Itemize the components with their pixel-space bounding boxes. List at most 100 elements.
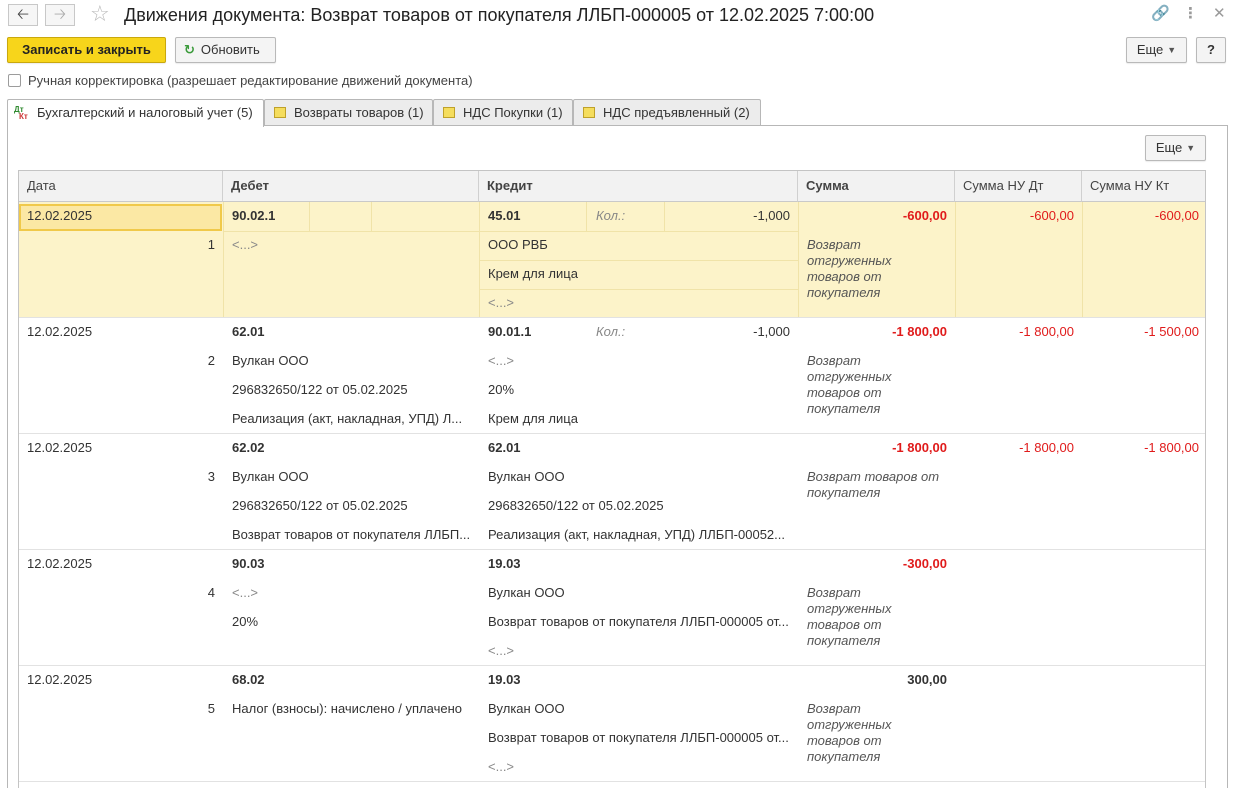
credit-subconto[interactable]: ООО РВБ (488, 237, 790, 253)
sum-value[interactable]: -300,00 (809, 556, 947, 572)
debit-account[interactable]: 62.01 (232, 324, 472, 340)
credit-account[interactable]: 19.03 (488, 556, 790, 572)
row-divider (19, 317, 1205, 318)
credit-subconto[interactable]: 20% (488, 382, 790, 398)
credit-subconto[interactable]: Вулкан ООО (488, 585, 790, 601)
refresh-label: Обновить (200, 42, 260, 57)
column-header-sum-nu-dt[interactable]: Сумма НУ Дт (955, 171, 1082, 202)
debit-subconto[interactable]: 296832650/122 от 05.02.2025 (232, 498, 472, 514)
credit-subconto[interactable]: 296832650/122 от 05.02.2025 (488, 498, 790, 514)
sum-nu-kt-value[interactable]: -1 800,00 (1085, 440, 1199, 456)
sum-description: Возврат товаров от покупателя (807, 469, 940, 500)
credit-subconto[interactable]: <...> (488, 353, 790, 369)
debit-subconto[interactable]: Вулкан ООО (232, 469, 472, 485)
sum-description: Возврат отгруженных товаров от покупател… (807, 585, 892, 648)
cell-divider (1082, 202, 1083, 318)
register-icon (443, 107, 455, 118)
cell-divider (223, 231, 479, 232)
help-button[interactable]: ? (1196, 37, 1226, 63)
refresh-icon: ↻ (184, 42, 195, 57)
credit-subconto[interactable]: Крем для лица (488, 411, 790, 427)
credit-subconto[interactable]: Возврат товаров от покупателя ЛЛБП-00000… (488, 730, 790, 746)
link-icon[interactable]: 🔗 (1151, 5, 1170, 23)
debit-subconto[interactable]: <...> (232, 237, 472, 253)
sum-value[interactable]: -1 800,00 (809, 324, 947, 340)
debit-subconto[interactable]: Налог (взносы): начислено / уплачено (232, 701, 472, 717)
tab-vat-presented-label: НДС предъявленный (2) (603, 105, 750, 120)
table-more-button[interactable]: Еще ▼ (1145, 135, 1206, 161)
sum-nu-dt-value[interactable]: -600,00 (959, 208, 1074, 224)
debit-account[interactable]: 62.02 (232, 440, 472, 456)
tab-vat-purchases[interactable]: НДС Покупки (1) (433, 99, 573, 125)
debit-subconto[interactable]: <...> (232, 585, 472, 601)
sum-description: Возврат отгруженных товаров от покупател… (807, 237, 892, 300)
debit-subconto[interactable]: Возврат товаров от покупателя ЛЛБП... (232, 527, 472, 543)
row-divider (19, 665, 1205, 666)
more-vertical-icon[interactable]: ⋮ (1183, 5, 1198, 23)
debit-account[interactable]: 90.03 (232, 556, 472, 572)
credit-subconto[interactable]: Вулкан ООО (488, 701, 790, 717)
credit-subconto[interactable]: Вулкан ООО (488, 469, 790, 485)
tab-returns[interactable]: Возвраты товаров (1) (264, 99, 433, 125)
row-date[interactable]: 12.02.2025 (27, 672, 92, 688)
sum-nu-dt-value[interactable]: -1 800,00 (959, 324, 1074, 340)
tab-vat-purchases-label: НДС Покупки (1) (463, 105, 563, 120)
row-date[interactable]: 12.02.2025 (27, 208, 92, 224)
refresh-button[interactable]: ↻ Обновить (175, 37, 276, 63)
row-number: 2 (207, 353, 215, 368)
debit-account[interactable]: 68.02 (232, 672, 472, 688)
sum-nu-kt-value[interactable]: -1 500,00 (1085, 324, 1199, 340)
row-number: 5 (207, 701, 215, 716)
row-date[interactable]: 12.02.2025 (27, 440, 92, 456)
credit-subconto[interactable]: Возврат товаров от покупателя ЛЛБП-00000… (488, 614, 790, 630)
credit-subconto[interactable]: Крем для лица (488, 266, 790, 282)
column-header-date[interactable]: Дата (19, 171, 223, 202)
row-number: 1 (207, 237, 215, 252)
credit-subconto[interactable]: <...> (488, 759, 790, 775)
cell-divider (479, 231, 798, 232)
row-date[interactable]: 12.02.2025 (27, 556, 92, 572)
debit-account[interactable]: 90.02.1 (232, 208, 472, 224)
tab-accounting[interactable]: Дт Кт Бухгалтерский и налоговый учет (5) (7, 99, 264, 127)
credit-subconto[interactable]: <...> (488, 643, 790, 659)
close-icon[interactable]: ✕ (1213, 5, 1226, 23)
tab-returns-label: Возвраты товаров (1) (294, 105, 424, 120)
column-header-credit[interactable]: Кредит (479, 171, 798, 202)
qty-label: Кол.: (596, 208, 626, 223)
sum-nu-kt-value[interactable]: -600,00 (1085, 208, 1199, 224)
sum-description: Возврат отгруженных товаров от покупател… (807, 701, 892, 764)
sum-value[interactable]: -1 800,00 (809, 440, 947, 456)
credit-subconto[interactable]: <...> (488, 295, 790, 311)
arrow-right-icon: 🡢 (53, 6, 67, 23)
credit-account[interactable]: 19.03 (488, 672, 790, 688)
manual-correction-checkbox[interactable] (8, 74, 21, 87)
debit-subconto[interactable]: Реализация (акт, накладная, УПД) Л... (232, 411, 472, 427)
manual-correction-label[interactable]: Ручная корректировка (разрешает редактир… (28, 73, 473, 88)
save-and-close-button[interactable]: Записать и закрыть (7, 37, 166, 63)
sum-value[interactable]: -600,00 (809, 208, 947, 224)
sum-value[interactable]: 300,00 (809, 672, 947, 688)
caret-down-icon: ▼ (1186, 143, 1196, 153)
credit-account[interactable]: 62.01 (488, 440, 790, 456)
column-header-sum[interactable]: Сумма (798, 171, 955, 202)
row-divider (19, 549, 1205, 550)
cell-divider (479, 289, 798, 290)
sum-nu-dt-value[interactable]: -1 800,00 (959, 440, 1074, 456)
cell-divider (798, 202, 799, 318)
column-header-debit[interactable]: Дебет (223, 171, 479, 202)
debit-subconto[interactable]: Вулкан ООО (232, 353, 472, 369)
row-date[interactable]: 12.02.2025 (27, 324, 92, 340)
favorite-star-icon[interactable]: ☆ (90, 3, 110, 25)
back-button[interactable]: 🡠 (8, 4, 38, 26)
debit-subconto[interactable]: 296832650/122 от 05.02.2025 (232, 382, 472, 398)
postings-table: Дата Дебет Кредит Сумма Сумма НУ Дт Сумм… (18, 170, 1206, 788)
column-header-sum-nu-kt[interactable]: Сумма НУ Кт (1082, 171, 1205, 202)
tab-vat-presented[interactable]: НДС предъявленный (2) (573, 99, 761, 125)
debit-subconto[interactable]: 20% (232, 614, 472, 630)
forward-button[interactable]: 🡢 (45, 4, 75, 26)
qty-value[interactable]: -1,000 (679, 208, 790, 224)
credit-subconto[interactable]: Реализация (акт, накладная, УПД) ЛЛБП-00… (488, 527, 790, 543)
qty-value[interactable]: -1,000 (679, 324, 790, 340)
more-button[interactable]: Еще ▼ (1126, 37, 1187, 63)
cell-divider (955, 202, 956, 318)
